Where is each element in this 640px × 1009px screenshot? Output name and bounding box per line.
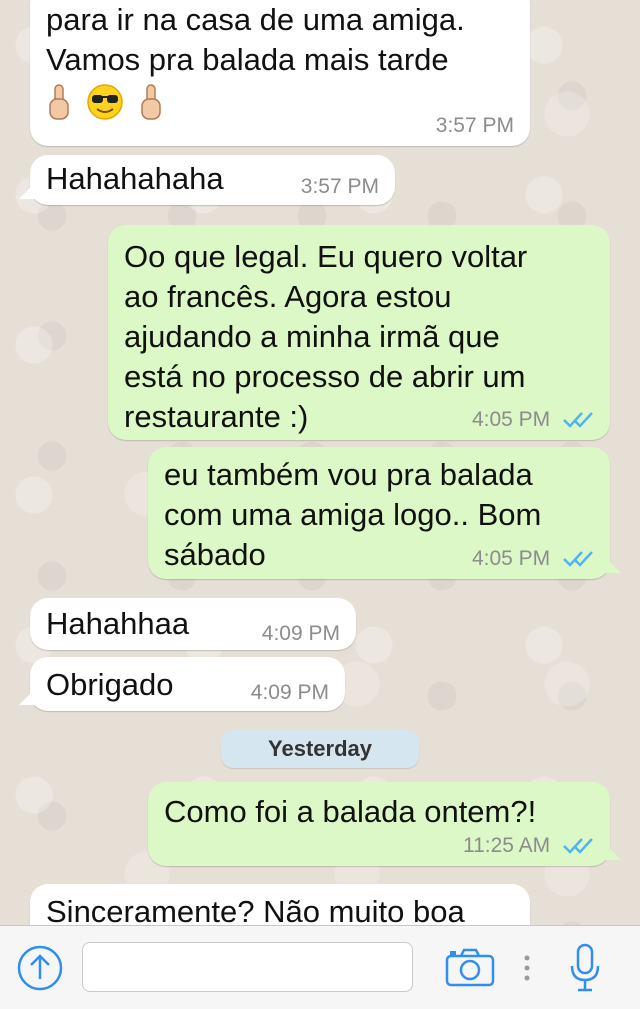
read-ticks-icon (563, 412, 593, 429)
message-bubble-incoming[interactable]: Obrigado 4:09 PM (19, 657, 345, 711)
date-separator: Yesterday (221, 730, 419, 768)
raised-index-finger-icon (141, 84, 161, 120)
message-bubble-outgoing[interactable]: Como foi a balada ontem?! 11:25 AM (148, 782, 621, 866)
read-ticks-icon (563, 551, 593, 568)
sunglasses-face-icon (87, 84, 123, 120)
message-time: 4:05 PM (472, 547, 594, 571)
message-bubble-incoming[interactable]: Hahahahaha 3:57 PM (19, 155, 395, 205)
message-input[interactable] (82, 942, 413, 992)
message-text: para ir na casa de uma amiga. Vamos pra … (46, 2, 465, 77)
read-ticks-icon (563, 838, 593, 855)
message-text: Oo que legal. Eu quero voltar ao francês… (124, 239, 528, 434)
raised-index-finger-icon (49, 84, 69, 120)
message-bubble-outgoing[interactable]: Oo que legal. Eu quero voltar ao francês… (108, 225, 610, 440)
microphone-icon[interactable] (568, 942, 602, 994)
message-text: Sinceramente? Não muito boa (46, 894, 465, 925)
camera-icon[interactable] (444, 946, 496, 988)
message-time: 3:57 PM (300, 175, 379, 198)
message-bubble-incoming[interactable]: para ir na casa de uma amiga. Vamos pra … (30, 0, 530, 146)
message-time: 4:05 PM (472, 408, 594, 432)
composer-bar (0, 925, 640, 1009)
message-text: Como foi a balada ontem?! (164, 794, 537, 829)
message-time: 11:25 AM (463, 834, 594, 858)
message-time: 4:09 PM (261, 622, 340, 645)
message-time: 4:09 PM (250, 681, 329, 704)
message-bubble-outgoing[interactable]: eu também vou pra balada com uma amiga l… (148, 447, 621, 579)
message-time: 3:57 PM (435, 114, 514, 137)
message-bubble-incoming[interactable]: Sinceramente? Não muito boa (30, 884, 530, 925)
more-dots-icon[interactable] (522, 954, 532, 982)
share-arrow-icon[interactable] (16, 944, 64, 992)
chat-area[interactable]: para ir na casa de uma amiga. Vamos pra … (0, 0, 640, 925)
message-bubble-incoming[interactable]: Hahahhaa 4:09 PM (30, 598, 356, 650)
